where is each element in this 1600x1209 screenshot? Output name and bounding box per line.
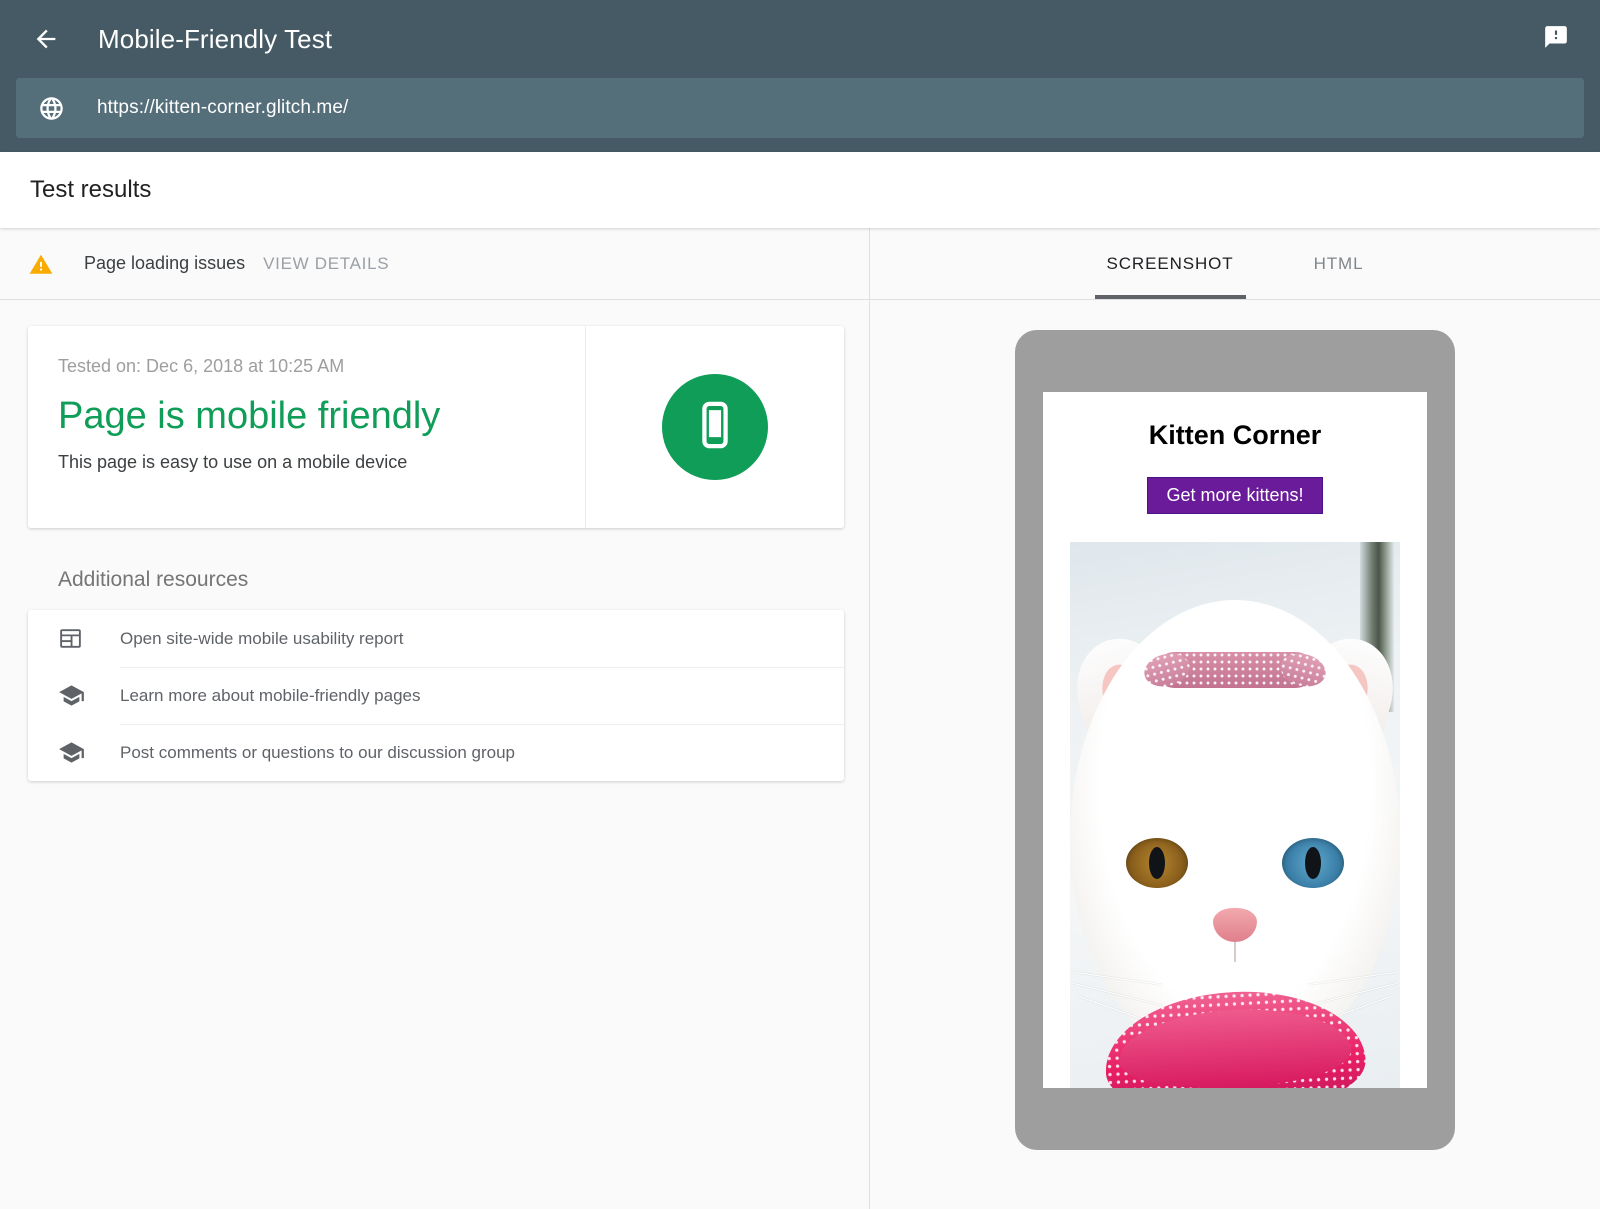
globe-icon [38,95,65,122]
preview-tabs: SCREENSHOT HTML [870,228,1600,300]
left-panel: Page loading issues VIEW DETAILS Tested … [0,228,870,1209]
verdict-text: Page is mobile friendly [58,395,555,438]
resource-label: Post comments or questions to our discus… [120,743,515,763]
get-more-kittens-button[interactable]: Get more kittens! [1147,477,1322,514]
view-details-link[interactable]: VIEW DETAILS [263,254,389,274]
cat-muzzle-line [1234,940,1236,962]
result-card: Tested on: Dec 6, 2018 at 10:25 AM Page … [28,326,844,528]
resource-label: Open site-wide mobile usability report [120,629,403,649]
feedback-comment-icon [1543,24,1569,55]
cat-pupil-left [1149,847,1165,879]
dashboard-report-icon [58,626,120,651]
preview-page-title: Kitten Corner [1149,420,1322,451]
page-title: Mobile-Friendly Test [98,24,332,55]
warning-triangle-icon [28,251,54,277]
kitten-photo [1070,542,1400,1088]
back-button[interactable] [22,15,70,63]
results-header: Test results [0,152,1600,228]
tab-screenshot[interactable]: SCREENSHOT [1067,228,1274,299]
issue-label: Page loading issues [84,253,245,274]
resource-row-learn-more[interactable]: Learn more about mobile-friendly pages [28,667,844,724]
device-screen: Kitten Corner Get more kittens! [1043,392,1427,1088]
screenshot-preview-area: Kitten Corner Get more kittens! [870,300,1600,1209]
url-input[interactable]: https://kitten-corner.glitch.me/ [16,78,1584,138]
result-card-main: Tested on: Dec 6, 2018 at 10:25 AM Page … [28,326,586,528]
graduation-cap-icon [58,682,120,709]
result-badge [586,326,844,528]
feedback-button[interactable] [1538,21,1574,57]
url-text: https://kitten-corner.glitch.me/ [97,97,348,119]
page-loading-issues-bar: Page loading issues VIEW DETAILS [0,228,869,300]
results-title: Test results [30,176,151,204]
success-circle [662,374,768,480]
arrow-back-icon [32,25,60,53]
additional-resources-card: Open site-wide mobile usability report L… [28,610,844,781]
device-frame: Kitten Corner Get more kittens! [1015,330,1455,1150]
url-bar-container: https://kitten-corner.glitch.me/ [0,78,1600,152]
cat-pupil-right [1305,847,1321,879]
verdict-subtext: This page is easy to use on a mobile dev… [58,452,555,473]
mobile-phone-icon [688,398,742,457]
resource-row-discussion-group[interactable]: Post comments or questions to our discus… [28,724,844,781]
tab-html[interactable]: HTML [1274,228,1404,299]
cat-bow [1156,652,1314,688]
additional-resources-label: Additional resources [58,568,841,592]
cat-collar-inner [1117,1004,1353,1088]
resource-label: Learn more about mobile-friendly pages [120,686,421,706]
resource-text-wrap: Open site-wide mobile usability report [120,610,844,667]
resource-text-wrap: Post comments or questions to our discus… [120,724,844,781]
resource-text-wrap: Learn more about mobile-friendly pages [120,667,844,724]
tab-screenshot-label: SCREENSHOT [1107,254,1234,274]
left-content: Tested on: Dec 6, 2018 at 10:25 AM Page … [0,300,869,1209]
graduation-cap-icon [58,739,120,766]
app-bar: Mobile-Friendly Test [0,0,1600,78]
cat-eye-blue [1282,838,1344,888]
tested-on-text: Tested on: Dec 6, 2018 at 10:25 AM [58,356,555,377]
right-panel: SCREENSHOT HTML Kitten Corner Get more k… [870,228,1600,1209]
tab-html-label: HTML [1314,254,1364,274]
content-split: Page loading issues VIEW DETAILS Tested … [0,228,1600,1209]
resource-row-usability-report[interactable]: Open site-wide mobile usability report [28,610,844,667]
cat-eye-amber [1126,838,1188,888]
